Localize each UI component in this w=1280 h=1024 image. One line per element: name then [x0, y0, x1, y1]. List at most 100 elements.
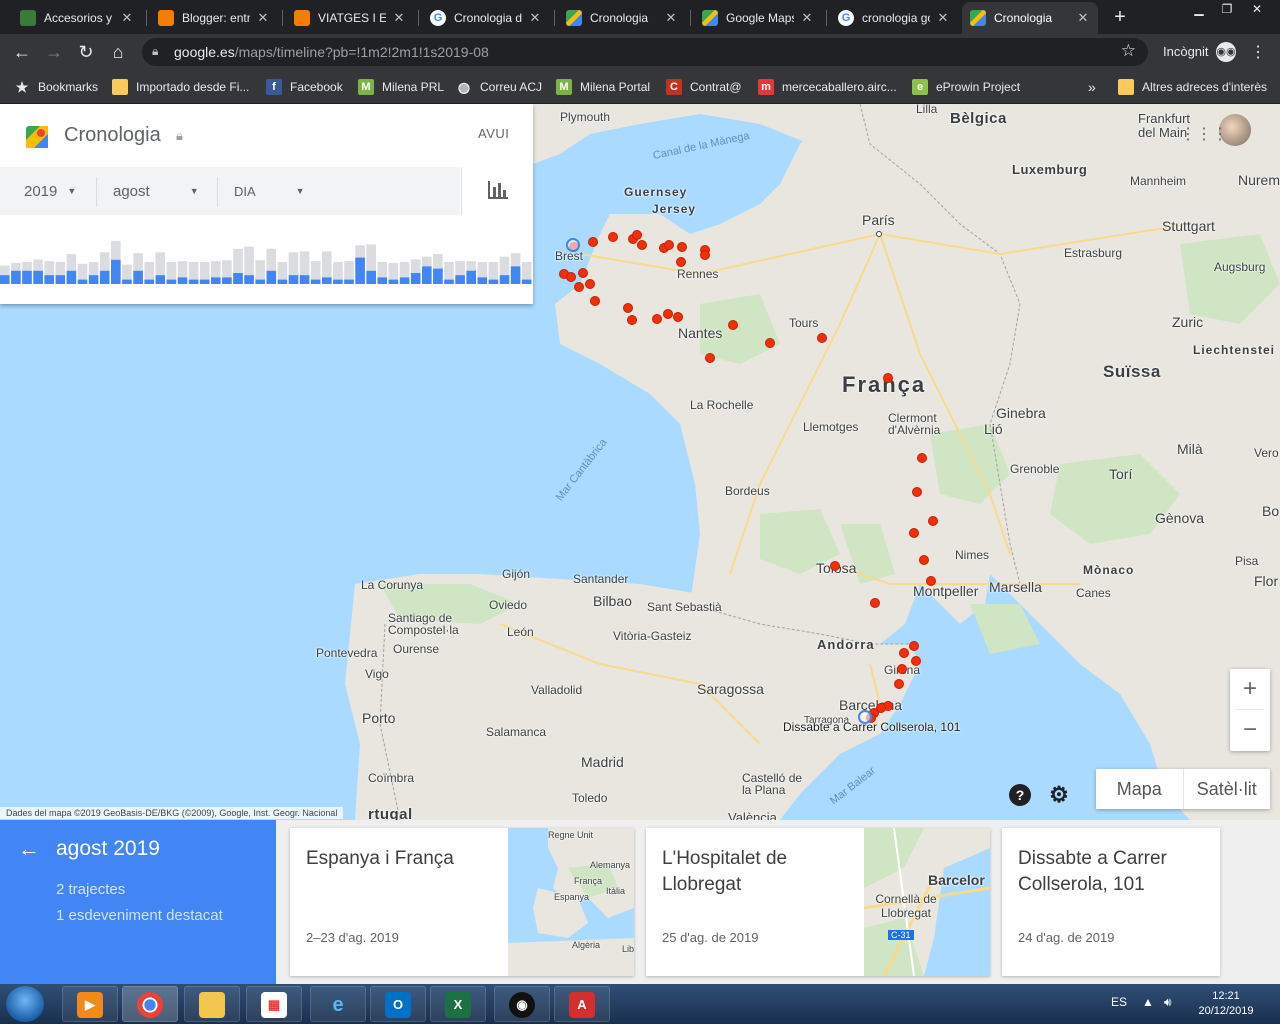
- bookmark-importado[interactable]: Importado desde Fi...: [112, 77, 249, 97]
- tab-cronologia-active[interactable]: Cronologia ✕: [962, 2, 1098, 34]
- month-select[interactable]: agost ▼: [113, 179, 199, 203]
- visit-marker[interactable]: [637, 240, 647, 250]
- taskbar-app[interactable]: ◉: [494, 986, 550, 1022]
- bookmark-bookmarks[interactable]: ★ Bookmarks: [14, 77, 98, 97]
- visit-marker[interactable]: [928, 516, 938, 526]
- help-icon[interactable]: ?: [1009, 784, 1031, 806]
- tab-accesorios[interactable]: Accesorios y l ✕: [12, 2, 142, 34]
- bookmark-milena-prl[interactable]: M Milena PRL: [358, 77, 444, 97]
- visit-marker[interactable]: [677, 242, 687, 252]
- visit-marker[interactable]: [627, 315, 637, 325]
- forward-arrow-icon[interactable]: →: [42, 40, 66, 64]
- visit-marker[interactable]: [883, 373, 893, 383]
- visit-marker[interactable]: [676, 257, 686, 267]
- close-icon[interactable]: ✕: [256, 10, 270, 26]
- close-icon[interactable]: ✕: [800, 10, 814, 26]
- visit-marker[interactable]: [588, 237, 598, 247]
- tab-cronologia-de[interactable]: G Cronologia de ✕: [422, 2, 550, 34]
- visit-marker[interactable]: [909, 641, 919, 651]
- visit-marker[interactable]: [566, 272, 576, 282]
- visit-marker[interactable]: [623, 303, 633, 313]
- visit-marker[interactable]: [897, 664, 907, 674]
- tab-google-maps[interactable]: Google Maps ✕: [694, 2, 822, 34]
- visit-marker[interactable]: [817, 333, 827, 343]
- visit-marker[interactable]: [912, 487, 922, 497]
- visit-marker[interactable]: [830, 561, 840, 571]
- taskbar-outlook[interactable]: O: [370, 986, 426, 1022]
- tab-cronologia-google[interactable]: G cronologia go ✕: [830, 2, 958, 34]
- summary-trips[interactable]: 2 trajectes: [56, 881, 125, 898]
- visit-marker[interactable]: [585, 279, 595, 289]
- bookmark-star-icon[interactable]: ☆: [1121, 41, 1136, 61]
- system-clock[interactable]: 12:21 20/12/2019: [1196, 989, 1256, 1019]
- visit-marker[interactable]: [632, 230, 642, 240]
- taskbar-chrome[interactable]: [122, 986, 178, 1022]
- close-window-button[interactable]: ✕: [1242, 0, 1272, 18]
- bookmark-aircall[interactable]: m mercecaballero.airc...: [758, 77, 897, 97]
- taskbar-acrobat[interactable]: A: [554, 986, 610, 1022]
- visit-marker[interactable]: [728, 320, 738, 330]
- volume-icon[interactable]: 🔊︎: [1164, 995, 1172, 1010]
- visit-marker[interactable]: [919, 555, 929, 565]
- restore-button[interactable]: ❐: [1212, 0, 1242, 18]
- visit-marker[interactable]: [911, 656, 921, 666]
- today-button[interactable]: AVUI: [478, 126, 509, 141]
- close-icon[interactable]: ✕: [1076, 10, 1090, 26]
- bookmark-correu-acj[interactable]: ◍ Correu ACJ: [456, 77, 542, 97]
- visit-marker[interactable]: [652, 314, 662, 324]
- map-type-satellite-button[interactable]: Satèl·lit: [1184, 769, 1271, 809]
- close-icon[interactable]: ✕: [392, 10, 406, 26]
- place-card-hospitalet[interactable]: L'Hospitalet de Llobregat 25 d'ag. de 20…: [646, 828, 990, 976]
- event-card-dissabte[interactable]: Dissabte a Carrer Collserola, 101 24 d'a…: [1002, 828, 1220, 976]
- visit-marker[interactable]: [917, 453, 927, 463]
- visit-marker[interactable]: [909, 528, 919, 538]
- taskbar-apps[interactable]: ▦: [246, 986, 302, 1022]
- activity-bars[interactable]: [0, 240, 533, 284]
- visit-marker[interactable]: [574, 282, 584, 292]
- home-location-marker[interactable]: [566, 238, 580, 252]
- trip-card-spain-france[interactable]: Espanya i França 2–23 d'ag. 2019 Regne U…: [290, 828, 634, 976]
- visit-marker[interactable]: [899, 648, 909, 658]
- visit-marker[interactable]: [926, 576, 936, 586]
- close-icon[interactable]: ✕: [936, 10, 950, 26]
- bookmarks-overflow-button[interactable]: »: [1088, 77, 1096, 97]
- settings-gear-icon[interactable]: ⚙: [1048, 784, 1070, 806]
- bookmark-other[interactable]: Altres adreces d'interès: [1118, 77, 1267, 97]
- visit-marker[interactable]: [664, 240, 674, 250]
- visit-marker[interactable]: [700, 250, 710, 260]
- tab-blogger[interactable]: Blogger: entr ✕: [150, 2, 278, 34]
- close-icon[interactable]: ✕: [528, 10, 542, 26]
- visit-marker[interactable]: [663, 309, 673, 319]
- tray-expand-icon[interactable]: ▲: [1142, 995, 1154, 1009]
- map-type-map-button[interactable]: Mapa: [1096, 769, 1183, 809]
- visit-marker[interactable]: [894, 679, 904, 689]
- menu-kebab-icon[interactable]: ⋮: [1250, 42, 1266, 62]
- year-select[interactable]: 2019 ▼: [24, 179, 76, 203]
- home-icon[interactable]: ⌂: [106, 40, 130, 64]
- visit-marker[interactable]: [673, 312, 683, 322]
- bookmark-contrata[interactable]: C Contrat@: [666, 77, 742, 97]
- new-tab-button[interactable]: +: [1108, 4, 1132, 30]
- close-icon[interactable]: ✕: [120, 10, 134, 26]
- chart-toggle-button[interactable]: [461, 167, 533, 215]
- minimize-button[interactable]: ▁: [1184, 0, 1214, 18]
- day-select[interactable]: DIA ▼: [234, 179, 305, 203]
- reload-icon[interactable]: ↻: [74, 40, 98, 64]
- summary-events[interactable]: 1 esdeveniment destacat: [56, 907, 223, 924]
- taskbar-excel[interactable]: X: [430, 986, 486, 1022]
- language-indicator[interactable]: ES: [1111, 995, 1127, 1009]
- apps-grid-icon[interactable]: ⋮⋮⋮: [1180, 124, 1228, 144]
- event-location-marker[interactable]: [858, 710, 872, 724]
- tab-cronologia[interactable]: Cronologia ✕: [558, 2, 686, 34]
- bookmark-milena-portal[interactable]: M Milena Portal: [556, 77, 650, 97]
- back-arrow-icon[interactable]: ←: [10, 40, 34, 64]
- visit-marker[interactable]: [578, 268, 588, 278]
- taskbar-explorer[interactable]: [184, 986, 240, 1022]
- close-icon[interactable]: ✕: [664, 10, 678, 26]
- bookmark-eprowin[interactable]: e eProwin Project: [912, 77, 1020, 97]
- incognito-icon[interactable]: ◉◉: [1216, 42, 1236, 62]
- taskbar-ie[interactable]: e: [310, 986, 366, 1022]
- zoom-out-button[interactable]: −: [1230, 710, 1270, 750]
- bookmark-facebook[interactable]: f Facebook: [266, 77, 343, 97]
- visit-marker[interactable]: [608, 232, 618, 242]
